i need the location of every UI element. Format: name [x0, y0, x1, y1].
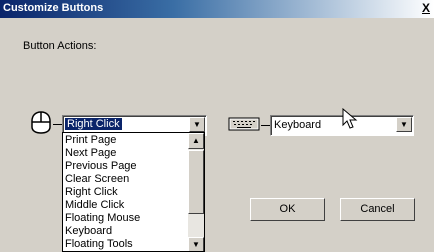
list-item[interactable]: Middle Click [65, 199, 124, 211]
mouse-action-dropdown-list[interactable]: Print Page Next Page Previous Page Clear… [62, 132, 205, 252]
keyboard-connector [261, 125, 270, 126]
list-item[interactable]: Right Click [65, 186, 118, 198]
mouse-icon [31, 111, 51, 134]
list-item[interactable]: Next Page [65, 147, 116, 159]
cancel-button[interactable]: Cancel [340, 198, 415, 221]
list-item[interactable]: Floating Mouse [65, 212, 140, 224]
mouse-action-value: Right Click [65, 118, 122, 130]
scroll-down-button[interactable]: ▼ [188, 237, 204, 251]
ok-button[interactable]: OK [250, 198, 325, 221]
button-actions-label: Button Actions: [23, 40, 97, 52]
scroll-thumb[interactable] [188, 150, 204, 214]
chevron-down-icon: ▼ [193, 120, 201, 129]
mouse-combo-dropdown-button[interactable]: ▼ [189, 117, 205, 132]
window-title: Customize Buttons [3, 2, 104, 14]
keyboard-icon [228, 117, 260, 131]
title-bar: Customize Buttons X [0, 0, 434, 18]
list-item[interactable]: Keyboard [65, 225, 112, 237]
keyboard-combo-dropdown-button[interactable]: ▼ [396, 117, 412, 132]
arrow-up-icon: ▲ [192, 136, 200, 145]
list-item[interactable]: Floating Tools [65, 238, 133, 250]
keyboard-action-value: Keyboard [274, 119, 322, 131]
list-item[interactable]: Previous Page [65, 160, 137, 172]
list-item[interactable]: Print Page [65, 134, 116, 146]
mouse-connector [53, 124, 62, 125]
scroll-up-button[interactable]: ▲ [188, 133, 204, 149]
close-button[interactable]: X [420, 1, 432, 16]
list-item[interactable]: Clear Screen [65, 173, 129, 185]
list-scrollbar[interactable]: ▲ ▼ [188, 133, 204, 251]
arrow-down-icon: ▼ [192, 240, 200, 249]
cursor-icon [342, 108, 358, 129]
chevron-down-icon: ▼ [400, 120, 408, 129]
